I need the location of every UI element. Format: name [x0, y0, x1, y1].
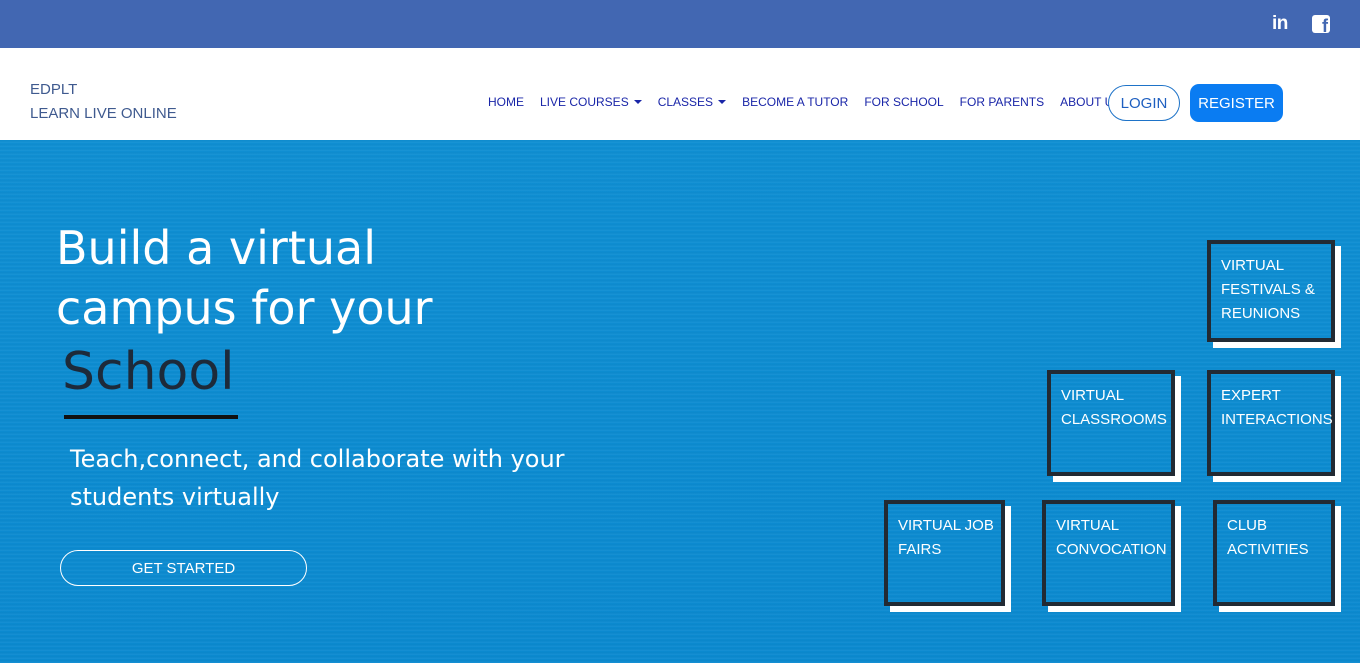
brand-name: EDPLT [30, 81, 78, 98]
facebook-glyph: f [1322, 16, 1328, 36]
nav-for-parents-label: FOR PARENTS [959, 95, 1045, 109]
navbar: EDPLT LEARN LIVE ONLINE HOME LIVE COURSE… [0, 48, 1360, 140]
tile-virtual-festivals[interactable]: VIRTUAL FESTIVALS & REUNIONS [1207, 240, 1335, 342]
nav-become-tutor[interactable]: BECOME A TUTOR [742, 95, 848, 109]
brand[interactable]: EDPLT LEARN LIVE ONLINE [30, 78, 177, 126]
tile-label: VIRTUAL JOB FAIRS [898, 517, 994, 558]
tile-virtual-classrooms[interactable]: VIRTUAL CLASSROOMS [1047, 370, 1175, 476]
hero-underline [64, 415, 238, 419]
register-button[interactable]: REGISTER [1190, 84, 1283, 122]
tile-label: EXPERT INTERACTIONS [1221, 387, 1333, 428]
tile-virtual-job-fairs[interactable]: VIRTUAL JOB FAIRS [884, 500, 1005, 606]
nav-home[interactable]: HOME [488, 95, 524, 109]
facebook-icon[interactable]: f [1312, 15, 1330, 36]
hero-headline-line2: campus for your [56, 281, 433, 335]
hero-subheadline: Teach,connect, and collaborate with your… [70, 445, 565, 511]
tile-label: VIRTUAL FESTIVALS & REUNIONS [1221, 257, 1315, 322]
main-nav: HOME LIVE COURSES CLASSES BECOME A TUTOR… [488, 95, 1137, 109]
nav-for-school-label: FOR SCHOOL [864, 95, 944, 109]
hero-rotating-word: School [62, 342, 235, 402]
top-bar: in f [0, 0, 1360, 48]
nav-become-tutor-label: BECOME A TUTOR [742, 95, 849, 109]
tile-label: VIRTUAL CLASSROOMS [1061, 387, 1167, 428]
nav-for-parents[interactable]: FOR PARENTS [960, 95, 1044, 109]
hero-section: Build a virtual campus for your School T… [0, 140, 1360, 663]
tile-label: VIRTUAL CONVOCATION [1056, 517, 1167, 558]
caret-down-icon [633, 100, 642, 104]
nav-live-courses[interactable]: LIVE COURSES [540, 95, 642, 109]
tile-virtual-convocation[interactable]: VIRTUAL CONVOCATION [1042, 500, 1175, 606]
nav-for-school[interactable]: FOR SCHOOL [864, 95, 943, 109]
nav-classes[interactable]: CLASSES [657, 95, 727, 109]
brand-tagline: LEARN LIVE ONLINE [30, 105, 177, 122]
nav-live-courses-label: LIVE COURSES [540, 95, 629, 109]
hero-headline-line1: Build a virtual [56, 221, 376, 275]
nav-home-label: HOME [488, 95, 524, 109]
tile-expert-interactions[interactable]: EXPERT INTERACTIONS [1207, 370, 1335, 476]
nav-classes-label: CLASSES [657, 95, 714, 109]
caret-down-icon [718, 100, 727, 104]
linkedin-icon[interactable]: in [1272, 14, 1292, 34]
tile-label: CLUB ACTIVITIES [1227, 517, 1309, 558]
login-button[interactable]: LOGIN [1108, 85, 1180, 121]
get-started-button[interactable]: GET STARTED [60, 550, 307, 586]
tile-club-activities[interactable]: CLUB ACTIVITIES [1213, 500, 1335, 606]
